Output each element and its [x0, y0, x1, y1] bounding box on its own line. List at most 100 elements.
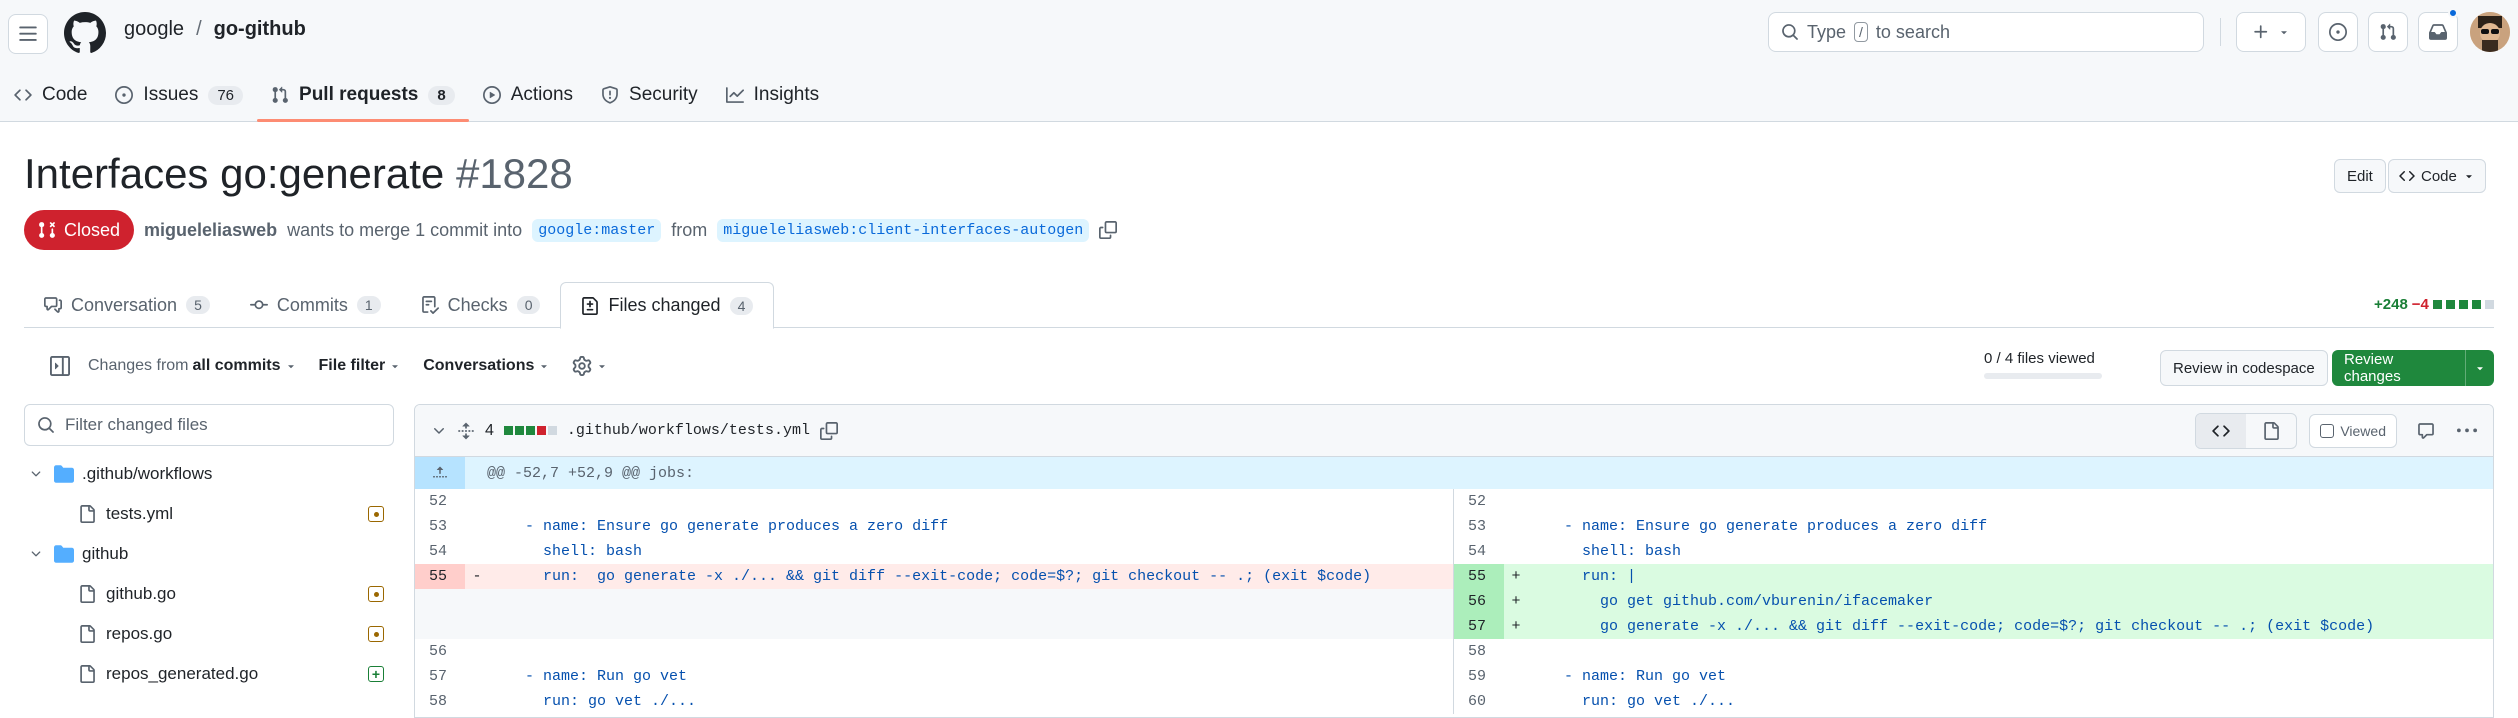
diff-code: - name: Ensure go generate produces a ze…: [489, 518, 949, 535]
diff-settings-dropdown[interactable]: [572, 356, 608, 376]
tree-file[interactable]: repos.go: [24, 614, 394, 654]
line-number[interactable]: 52: [415, 489, 465, 514]
author-link[interactable]: migueleliasweb: [144, 220, 277, 241]
tree-dir[interactable]: github: [24, 534, 394, 574]
unfold-icon[interactable]: [457, 422, 475, 440]
head-branch[interactable]: migueleliasweb:client-interfaces-autogen: [717, 218, 1090, 242]
tab-conversation[interactable]: Conversation 5: [24, 282, 230, 328]
from-text: from: [671, 219, 708, 240]
inbox-icon: [2429, 24, 2447, 40]
diff-marker: [1504, 489, 1528, 514]
line-number[interactable]: 58: [415, 689, 465, 714]
owner-link[interactable]: google: [124, 18, 184, 41]
breadcrumb: google / go-github: [124, 18, 306, 41]
line-number[interactable]: 60: [1454, 689, 1504, 714]
comment-icon[interactable]: [2417, 422, 2435, 440]
tab-checks[interactable]: Checks 0: [401, 282, 561, 328]
tree-file[interactable]: tests.yml: [24, 494, 394, 534]
diff-line: 52: [1454, 489, 2493, 514]
copy-icon[interactable]: [1099, 221, 1118, 239]
search-placeholder-suffix: to search: [1875, 21, 1950, 42]
changes-from-dropdown[interactable]: Changes from all commits: [88, 357, 297, 375]
tab-pull-requests[interactable]: Pull requests 8: [257, 70, 469, 122]
header-divider: [2220, 18, 2221, 46]
tab-insights-label: Insights: [753, 84, 820, 105]
filter-changed-files-input[interactable]: Filter changed files: [24, 404, 394, 446]
diff-code: shell: bash: [1528, 543, 1682, 560]
issue-opened-icon: [2329, 23, 2347, 41]
tab-issues[interactable]: Issues 76: [101, 70, 257, 120]
review-in-codespace-button[interactable]: Review in codespace: [2160, 350, 2328, 386]
chevron-down-icon[interactable]: [431, 423, 447, 439]
line-number[interactable]: 54: [415, 539, 465, 564]
menu-button[interactable]: [8, 14, 48, 54]
diff-code: go get github.com/vburenin/ifacemaker: [1528, 593, 1934, 610]
status-badge: Closed: [24, 210, 135, 250]
file-filter-dropdown[interactable]: File filter: [319, 357, 402, 375]
review-changes-dropdown[interactable]: [2466, 362, 2494, 374]
play-icon: [482, 86, 501, 104]
tab-code[interactable]: Code: [0, 70, 101, 120]
viewed-checkbox[interactable]: Viewed: [2309, 414, 2397, 448]
review-changes-button[interactable]: Review changes: [2332, 350, 2494, 386]
kebab-horizontal-icon[interactable]: [2457, 421, 2477, 441]
tree-dir[interactable]: .github/workflows: [24, 454, 394, 494]
expand-up-button[interactable]: [415, 457, 465, 489]
line-number[interactable]: 59: [1454, 664, 1504, 689]
diffstat-block: [2484, 300, 2494, 309]
conversations-dropdown[interactable]: Conversations: [423, 357, 550, 375]
line-number[interactable]: 54: [1454, 539, 1504, 564]
repo-link[interactable]: go-github: [214, 18, 306, 41]
github-logo-icon[interactable]: [64, 12, 106, 54]
gear-icon: [573, 356, 592, 376]
inbox-button[interactable]: [2418, 12, 2458, 52]
file-modified-icon: [368, 586, 384, 602]
line-number[interactable]: 57: [415, 664, 465, 689]
tab-actions[interactable]: Actions: [469, 70, 587, 120]
pull-requests-button[interactable]: [2368, 12, 2408, 52]
line-number[interactable]: 53: [1454, 514, 1504, 539]
line-number[interactable]: 56: [1454, 589, 1504, 614]
pr-number: #1828: [455, 150, 573, 197]
additions-count: +248: [2374, 296, 2408, 313]
code-button[interactable]: Code: [2388, 159, 2486, 193]
source-diff-button[interactable]: [2196, 414, 2247, 448]
copy-icon[interactable]: [819, 421, 838, 440]
diff-marker: [465, 689, 489, 714]
line-number[interactable]: 55: [415, 564, 465, 589]
tab-commits-label: Commits: [276, 294, 348, 315]
tab-insights[interactable]: Insights: [712, 70, 833, 120]
base-branch[interactable]: google:master: [532, 218, 662, 242]
search-input[interactable]: Type / to search: [1768, 12, 2204, 52]
line-number[interactable]: 55: [1454, 564, 1504, 589]
tab-security[interactable]: Security: [587, 70, 712, 120]
issues-count-badge: 76: [208, 85, 244, 105]
diff-marker: [1504, 639, 1528, 664]
tab-commits[interactable]: Commits 1: [230, 282, 401, 328]
line-number[interactable]: 57: [1454, 614, 1504, 639]
avatar[interactable]: [2470, 12, 2510, 52]
file-filter-label: File filter: [318, 357, 386, 374]
line-number[interactable]: 58: [1454, 639, 1504, 664]
repo-nav: Code Issues 76 Pull requests 8 Actions S…: [0, 70, 833, 122]
git-commit-icon: [249, 300, 268, 310]
tab-files-changed[interactable]: Files changed 4: [560, 282, 775, 329]
review-changes-label[interactable]: Review changes: [2332, 350, 2466, 386]
sidebar-collapse-icon[interactable]: [50, 356, 70, 376]
line-number[interactable]: 53: [415, 514, 465, 539]
diff-filename[interactable]: .github/workflows/tests.yml: [567, 422, 810, 439]
tree-file[interactable]: github.go: [24, 574, 394, 614]
tab-conversation-label: Conversation: [71, 294, 178, 315]
diff-line-added: 56 + go get github.com/vburenin/ifacemake…: [1454, 589, 2493, 614]
tab-issues-label: Issues: [143, 84, 199, 105]
rich-diff-button[interactable]: [2246, 414, 2296, 448]
line-number[interactable]: 52: [1454, 489, 1504, 514]
tree-file[interactable]: repos_generated.go +: [24, 654, 394, 694]
create-new-button[interactable]: [2236, 12, 2306, 52]
issues-button[interactable]: [2318, 12, 2358, 52]
edit-button[interactable]: Edit: [2334, 159, 2386, 193]
tab-security-label: Security: [629, 84, 698, 105]
line-number[interactable]: 56: [415, 639, 465, 664]
code-button-label: Code: [2421, 167, 2457, 185]
triangle-down-icon: [599, 365, 606, 369]
